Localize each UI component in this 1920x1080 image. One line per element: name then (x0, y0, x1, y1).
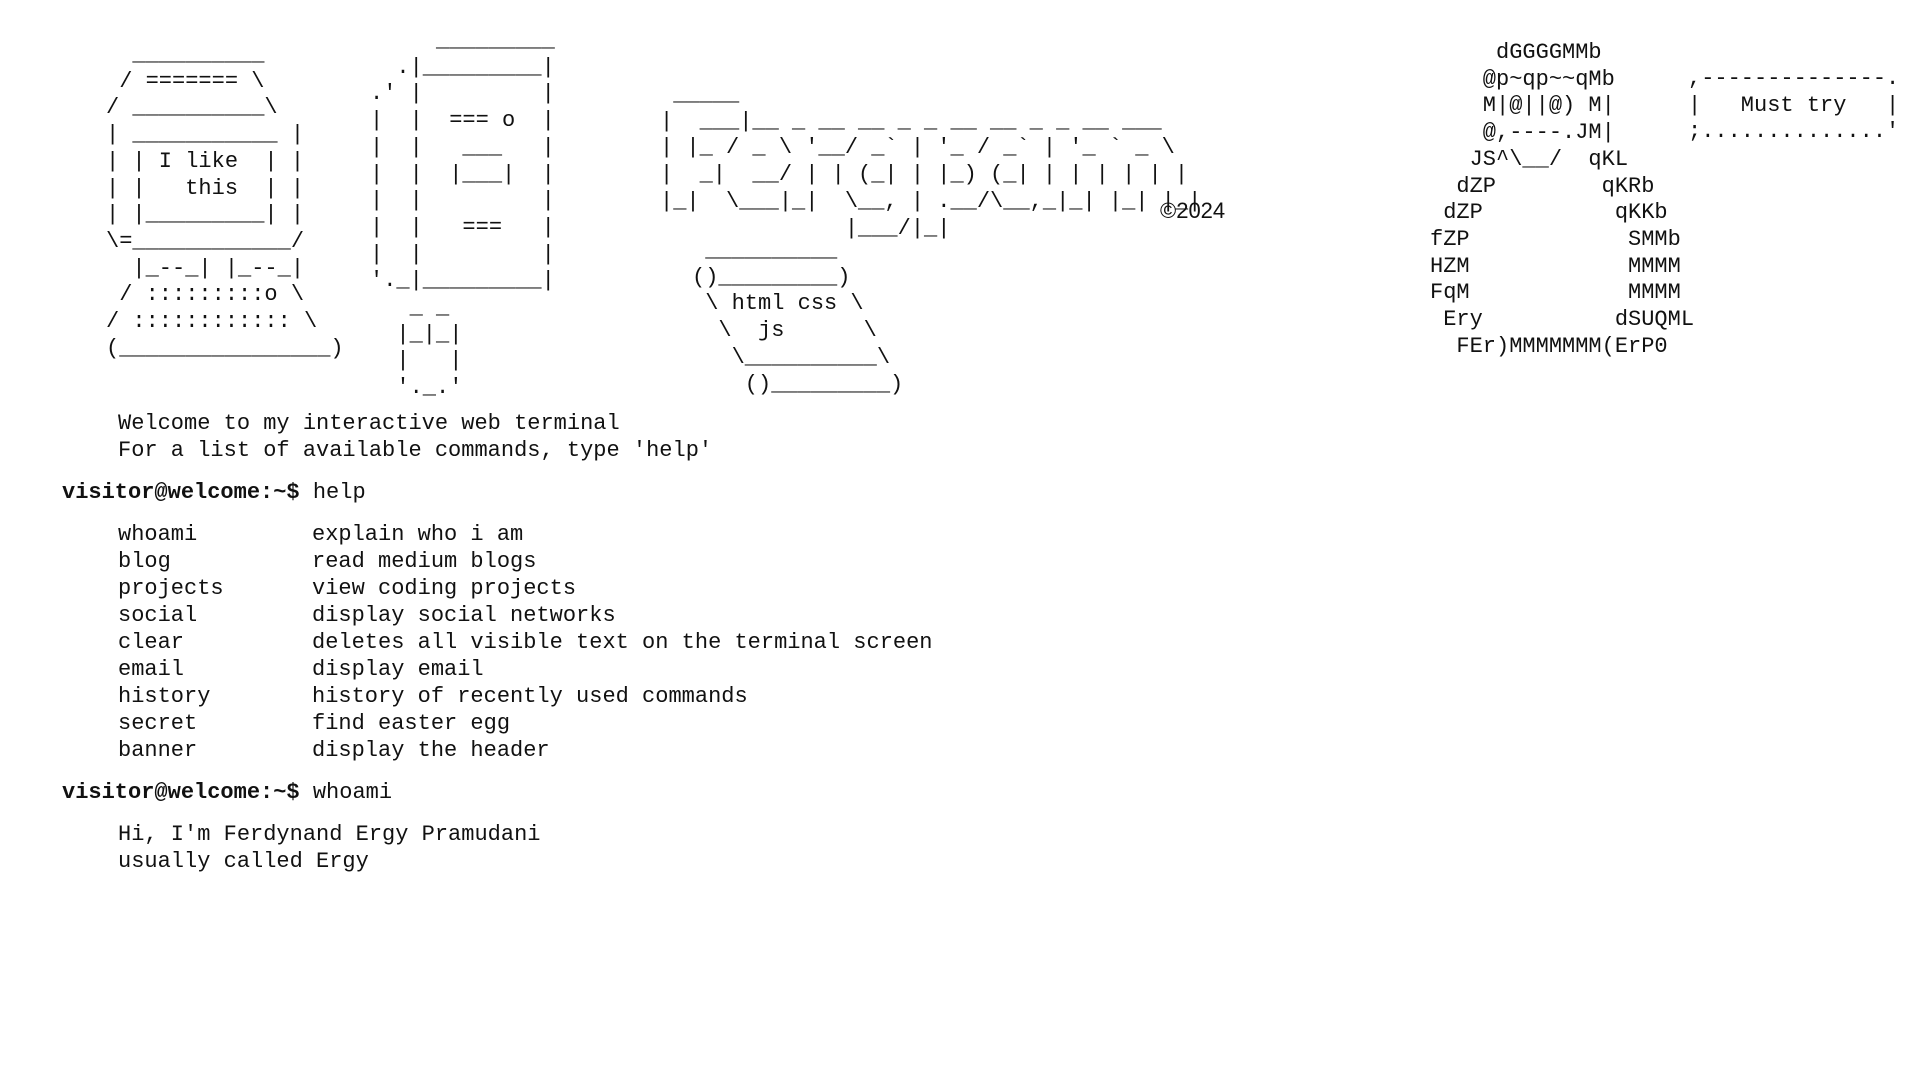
command-line: visitor@welcome:~$ whoami (62, 779, 1882, 806)
help-command: secret (118, 711, 198, 736)
help-row: email display email (118, 656, 1882, 683)
ascii-art-logo: _____ | ___|__ _ __ __ _ _ __ __ _ _ __ … (660, 82, 1202, 241)
prompt: visitor@welcome:~$ (62, 480, 300, 505)
help-output: whoami explain who i am blog read medium b… (62, 521, 1882, 764)
help-command: blog (118, 549, 171, 574)
command-text: help (312, 480, 366, 505)
help-description: explain who i am (312, 522, 524, 547)
help-row: secret find easter egg (118, 710, 1882, 737)
whoami-output: Hi, I'm Ferdynand Ergy Pramudani usually… (62, 821, 1882, 875)
ascii-art-computer: __________ / ======= \ / __________\ | _… (106, 42, 344, 361)
help-row: banner display the header (118, 737, 1882, 764)
command-text: whoami (312, 780, 393, 805)
copyright-text: ©2024 (1160, 198, 1226, 223)
help-description: deletes all visible text on the terminal… (312, 630, 933, 655)
help-row: social display social networks (118, 602, 1882, 629)
help-command: banner (118, 738, 198, 763)
ascii-art-character: dGGGGMMb @p~qp~~qMb M|@||@) M| @,----.JM… (1430, 40, 1695, 359)
help-description: find easter egg (312, 711, 511, 736)
ascii-art-phone: _________ .|_________| .' | | | | === o … (370, 28, 555, 401)
output-line: usually called Ergy (118, 849, 369, 874)
command-line: visitor@welcome:~$ help (62, 479, 1882, 506)
welcome-line-2: For a list of available commands, type '… (118, 438, 713, 463)
help-row: blog read medium blogs (118, 548, 1882, 575)
help-command: projects (118, 576, 224, 601)
help-command: clear (118, 630, 185, 655)
help-command: email (118, 657, 185, 682)
help-row: projects view coding projects (118, 575, 1882, 602)
output-line: Hi, I'm Ferdynand Ergy Pramudani (118, 822, 541, 847)
terminal-output[interactable]: Welcome to my interactive web terminal F… (62, 410, 1882, 875)
help-description: display the header (312, 738, 550, 763)
help-command: whoami (118, 522, 198, 547)
help-row: history history of recently used commands (118, 683, 1882, 710)
help-row: whoami explain who i am (118, 521, 1882, 548)
ascii-art-sign: ,--------------. | Must try | ;.........… (1688, 66, 1900, 145)
prompt: visitor@welcome:~$ (62, 780, 300, 805)
help-command: social (118, 603, 198, 628)
help-row: clear deletes all visible text on the ter… (118, 629, 1882, 656)
ascii-art-screen: __________ ()_________) \ html css \ \ j… (692, 238, 904, 397)
help-description: view coding projects (312, 576, 577, 601)
help-description: read medium blogs (312, 549, 537, 574)
help-description: history of recently used commands (312, 684, 748, 709)
help-command: history (118, 684, 211, 709)
help-description: display social networks (312, 603, 616, 628)
help-description: display email (312, 657, 484, 682)
welcome-line-1: Welcome to my interactive web terminal (118, 411, 620, 436)
welcome-message: Welcome to my interactive web terminal F… (62, 410, 1882, 464)
